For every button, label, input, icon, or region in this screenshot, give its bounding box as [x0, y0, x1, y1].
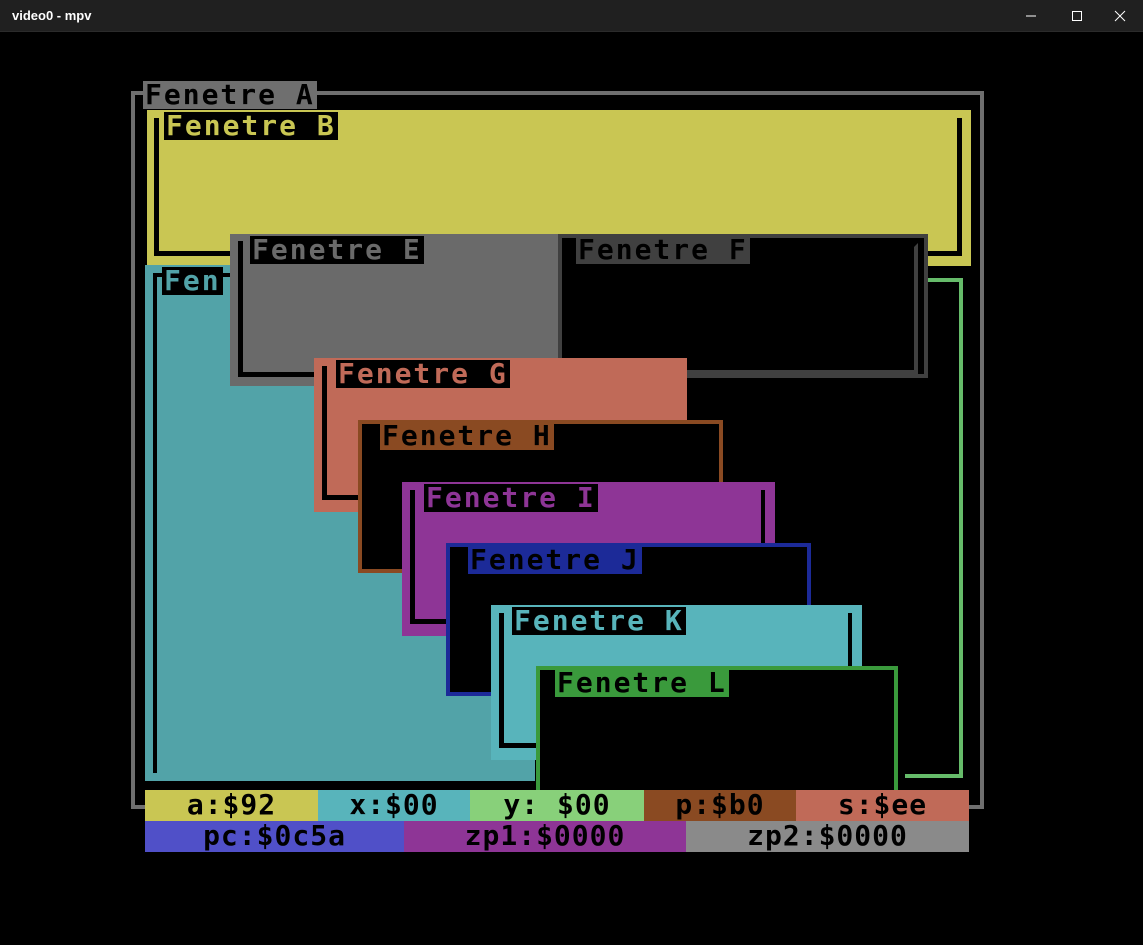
window-h-title: Fenetre H — [380, 419, 554, 452]
window-j-title: Fenetre J — [468, 543, 642, 576]
title-bar: video0 - mpv — [0, 0, 1143, 32]
window-g-title: Fenetre G — [336, 357, 510, 390]
window-b-title: Fenetre B — [164, 109, 338, 142]
register-pc: pc:$0c5a — [145, 821, 404, 852]
maximize-icon — [1072, 11, 1082, 21]
minimize-icon — [1026, 15, 1036, 17]
window-a-title: Fenetre A — [143, 78, 317, 111]
close-button[interactable] — [1097, 0, 1143, 32]
register-p: p:$b0 — [644, 790, 796, 821]
window-i-title: Fenetre I — [424, 481, 598, 514]
minimize-button[interactable] — [1008, 0, 1054, 32]
register-y: y: $00 — [470, 790, 644, 821]
window-k-title: Fenetre K — [512, 604, 686, 637]
window-l-title: Fenetre L — [555, 666, 729, 699]
maximize-button[interactable] — [1054, 0, 1100, 32]
register-x: x:$00 — [318, 790, 470, 821]
register-a: a:$92 — [145, 790, 318, 821]
register-s: s:$ee — [796, 790, 969, 821]
window-c-title: Fen — [162, 264, 223, 297]
window-f-title: Fenetre F — [576, 233, 750, 266]
register-zp2: zp2:$0000 — [686, 821, 969, 852]
window-title: video0 - mpv — [12, 8, 92, 23]
register-zp1: zp1:$0000 — [404, 821, 686, 852]
close-icon — [1114, 10, 1126, 22]
window-e-title: Fenetre E — [250, 233, 424, 266]
